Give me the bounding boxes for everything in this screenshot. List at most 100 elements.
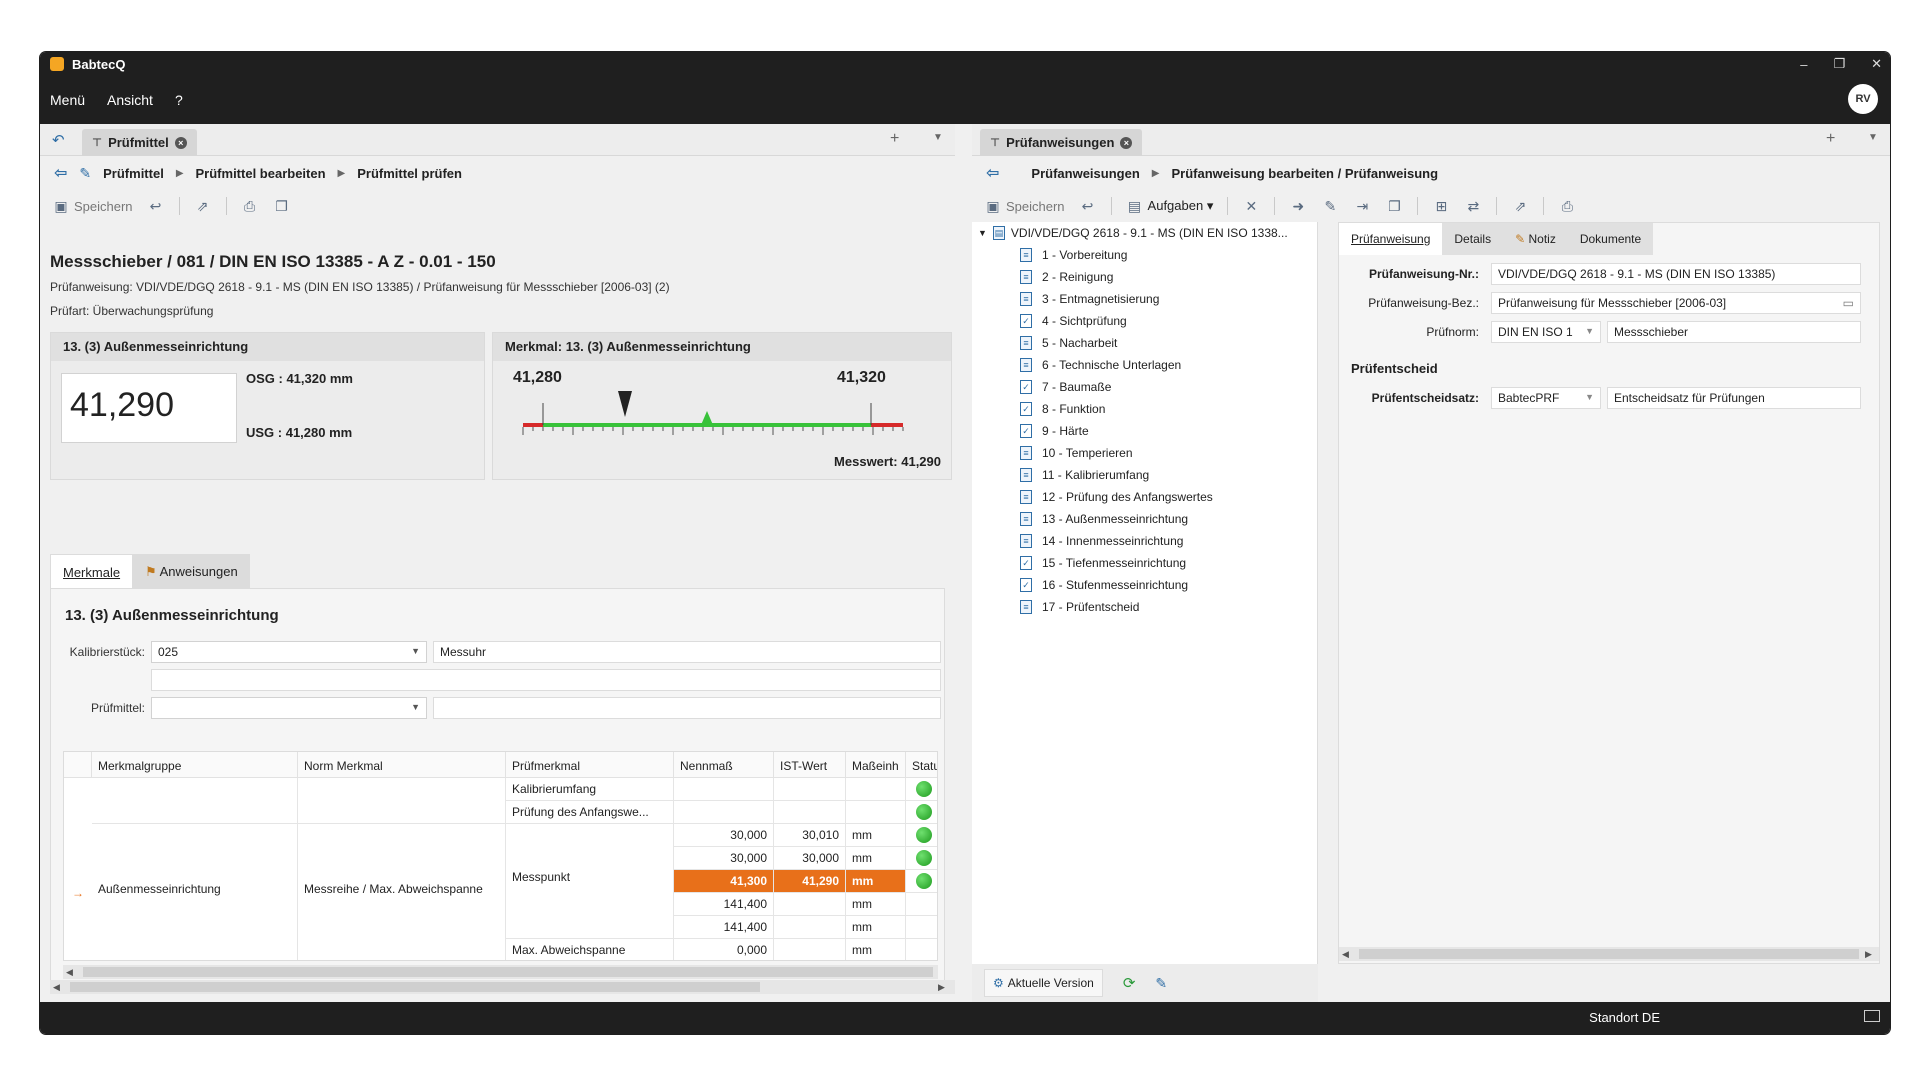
scroll-thumb[interactable] bbox=[83, 967, 933, 977]
grid-cell-actual[interactable] bbox=[774, 893, 846, 916]
grid-cell-unit[interactable]: mm bbox=[846, 847, 906, 870]
document-remove-icon[interactable]: ✕ bbox=[1242, 198, 1260, 214]
undo-icon[interactable]: ↩ bbox=[1079, 198, 1097, 214]
grid-header-characteristic[interactable]: Prüfmerkmal bbox=[506, 752, 674, 778]
breadcrumb-item-check[interactable]: Prüfmittel prüfen bbox=[357, 166, 462, 181]
tree-item[interactable]: ≡ 2 - Reinigung bbox=[1020, 270, 1113, 284]
save-button[interactable]: Speichern bbox=[1006, 199, 1065, 214]
grid-cell-unit[interactable]: mm bbox=[846, 939, 906, 960]
restore-icon[interactable]: ❐ bbox=[1833, 56, 1845, 72]
tree-item[interactable]: ✓ 8 - Funktion bbox=[1020, 402, 1105, 416]
avatar[interactable]: RV bbox=[1848, 84, 1878, 114]
grid-cell-nominal[interactable]: 0,000 bbox=[674, 939, 774, 960]
tree-item[interactable]: ✓ 7 - Baumaße bbox=[1020, 380, 1111, 394]
pane-horizontal-scrollbar[interactable]: ◀ ▶ bbox=[50, 980, 955, 994]
grid-cell-unit[interactable]: mm bbox=[846, 916, 906, 939]
breadcrumb-item-pruefmittel[interactable]: Prüfmittel bbox=[103, 166, 164, 181]
tree-item[interactable]: ≡ 17 - Prüfentscheid bbox=[1020, 600, 1139, 614]
scroll-left-icon[interactable]: ◀ bbox=[1342, 949, 1349, 960]
tree-item[interactable]: ≡ 3 - Entmagnetisierung bbox=[1020, 292, 1159, 306]
tree-item[interactable]: ✓ 16 - Stufenmesseinrichtung bbox=[1020, 578, 1188, 592]
grid-cell-nominal[interactable]: 41,300 bbox=[674, 870, 774, 893]
tree-item[interactable]: ≡ 5 - Nacharbeit bbox=[1020, 336, 1117, 350]
tree-item[interactable]: ✓ 9 - Härte bbox=[1020, 424, 1089, 438]
grid-cell-actual[interactable]: 41,290 bbox=[774, 870, 846, 893]
document-edit-icon[interactable]: ✎ bbox=[1321, 198, 1339, 214]
decision-set-select[interactable]: BabtecPRF ▼ bbox=[1491, 387, 1601, 409]
scroll-left-icon[interactable]: ◀ bbox=[53, 982, 60, 993]
export-icon[interactable]: ⇗ bbox=[1511, 198, 1529, 214]
copy-icon[interactable]: ❐ bbox=[273, 198, 291, 214]
grid-header-unit[interactable]: Maßeinh bbox=[846, 752, 906, 778]
document-copy-icon[interactable]: ❐ bbox=[1385, 198, 1403, 214]
standard-select[interactable]: DIN EN ISO 1 ▼ bbox=[1491, 321, 1601, 343]
tree-item[interactable]: ≡ 14 - Innenmesseinrichtung bbox=[1020, 534, 1183, 548]
current-version-button[interactable]: ⚙ Aktuelle Version bbox=[984, 969, 1103, 997]
grid-cell-unit[interactable] bbox=[846, 778, 906, 801]
close-tab-icon[interactable]: × bbox=[1120, 136, 1133, 149]
back-arrow-icon[interactable]: ⇦ bbox=[986, 163, 999, 183]
scroll-left-icon[interactable]: ◀ bbox=[66, 967, 73, 978]
grid-header-group[interactable]: Merkmalgruppe bbox=[92, 752, 298, 778]
grid-cell-nominal[interactable] bbox=[674, 801, 774, 824]
print-icon[interactable]: ⎙ bbox=[241, 198, 259, 214]
grid-cell-unit[interactable]: mm bbox=[846, 893, 906, 916]
tab-details[interactable]: Details bbox=[1442, 223, 1504, 255]
scroll-thumb[interactable] bbox=[1359, 949, 1859, 959]
breadcrumb-item-instructions[interactable]: Prüfanweisungen bbox=[1031, 166, 1139, 181]
grid-cell-nominal[interactable]: 30,000 bbox=[674, 847, 774, 870]
close-icon[interactable]: ✕ bbox=[1871, 56, 1882, 72]
grid-cell-unit[interactable] bbox=[846, 801, 906, 824]
tab-notiz[interactable]: ✎ Notiz bbox=[1503, 223, 1568, 255]
compare-icon[interactable]: ⇄ bbox=[1464, 198, 1482, 214]
breadcrumb-item-edit[interactable]: Prüfmittel bearbeiten bbox=[196, 166, 326, 181]
print-icon[interactable]: ⎙ bbox=[1558, 198, 1576, 214]
tree-item[interactable]: ≡ 13 - Außenmesseinrichtung bbox=[1020, 512, 1188, 526]
grid-cell-actual[interactable]: 30,000 bbox=[774, 847, 846, 870]
save-button[interactable]: Speichern bbox=[74, 199, 133, 214]
grid-header-nominal[interactable]: Nennmaß bbox=[674, 752, 774, 778]
structure-icon[interactable]: ⊞ bbox=[1432, 198, 1450, 214]
document-next-icon[interactable]: ➜ bbox=[1289, 198, 1307, 214]
tree-root[interactable]: ▼ ▤ VDI/VDE/DGQ 2618 - 9.1 - MS (DIN EN … bbox=[978, 226, 1288, 240]
test-equipment-select[interactable]: ▼ bbox=[151, 697, 427, 719]
chevron-down-icon[interactable]: ▼ bbox=[933, 132, 943, 143]
history-icon[interactable]: ↶ bbox=[52, 131, 65, 149]
grid-cell-unit[interactable]: mm bbox=[846, 870, 906, 893]
collapse-icon[interactable]: ▼ bbox=[978, 228, 987, 238]
grid-cell-actual[interactable] bbox=[774, 801, 846, 824]
grid-cell-nominal[interactable]: 141,400 bbox=[674, 893, 774, 916]
grid-cell-actual[interactable] bbox=[774, 916, 846, 939]
undo-icon[interactable]: ↩ bbox=[147, 198, 165, 214]
minimize-icon[interactable]: – bbox=[1800, 57, 1807, 72]
menu-item-view[interactable]: Ansicht bbox=[107, 92, 153, 108]
menu-item-menu[interactable]: Menü bbox=[50, 92, 85, 108]
menu-item-help[interactable]: ? bbox=[175, 92, 183, 108]
add-tab-icon[interactable]: + bbox=[1826, 130, 1835, 148]
refresh-icon[interactable]: ⟳ bbox=[1123, 974, 1136, 992]
chevron-down-icon[interactable]: ▼ bbox=[1868, 132, 1878, 143]
measured-value-input[interactable]: 41,290 bbox=[61, 373, 237, 443]
grid-cell-nominal[interactable]: 30,000 bbox=[674, 824, 774, 847]
tree-item[interactable]: ✓ 15 - Tiefenmesseinrichtung bbox=[1020, 556, 1186, 570]
grid-cell-nominal[interactable] bbox=[674, 778, 774, 801]
mail-icon[interactable] bbox=[1864, 1010, 1880, 1022]
grid-cell-unit[interactable]: mm bbox=[846, 824, 906, 847]
add-tab-icon[interactable]: + bbox=[890, 130, 899, 148]
tab-anweisungen[interactable]: ⚑ Anweisungen bbox=[133, 554, 250, 588]
grid-cell-characteristic[interactable]: Kalibrierumfang bbox=[506, 778, 674, 801]
tab-pruefanweisung[interactable]: Prüfanweisung bbox=[1339, 223, 1443, 255]
tab-pruefmittel[interactable]: ⊤ Prüfmittel × bbox=[82, 129, 197, 156]
edit-version-icon[interactable]: ✎ bbox=[1155, 975, 1167, 992]
scroll-right-icon[interactable]: ▶ bbox=[1865, 949, 1872, 960]
breadcrumb-item-edit[interactable]: Prüfanweisung bearbeiten / Prüfanweisung bbox=[1171, 166, 1438, 181]
scroll-thumb[interactable] bbox=[70, 982, 760, 992]
grid-cell-characteristic[interactable]: Prüfung des Anfangswe... bbox=[506, 801, 674, 824]
grid-header-status[interactable]: Status bbox=[906, 752, 937, 778]
instruction-number-field[interactable]: VDI/VDE/DGQ 2618 - 9.1 - MS (DIN EN ISO … bbox=[1491, 263, 1861, 285]
tab-merkmale[interactable]: Merkmale bbox=[50, 554, 134, 588]
tab-pruefanweisungen[interactable]: ⊤ Prüfanweisungen × bbox=[980, 129, 1143, 156]
grid-cell-actual[interactable] bbox=[774, 778, 846, 801]
grid-cell-nominal[interactable]: 141,400 bbox=[674, 916, 774, 939]
back-arrow-icon[interactable]: ⇦ bbox=[54, 163, 67, 183]
